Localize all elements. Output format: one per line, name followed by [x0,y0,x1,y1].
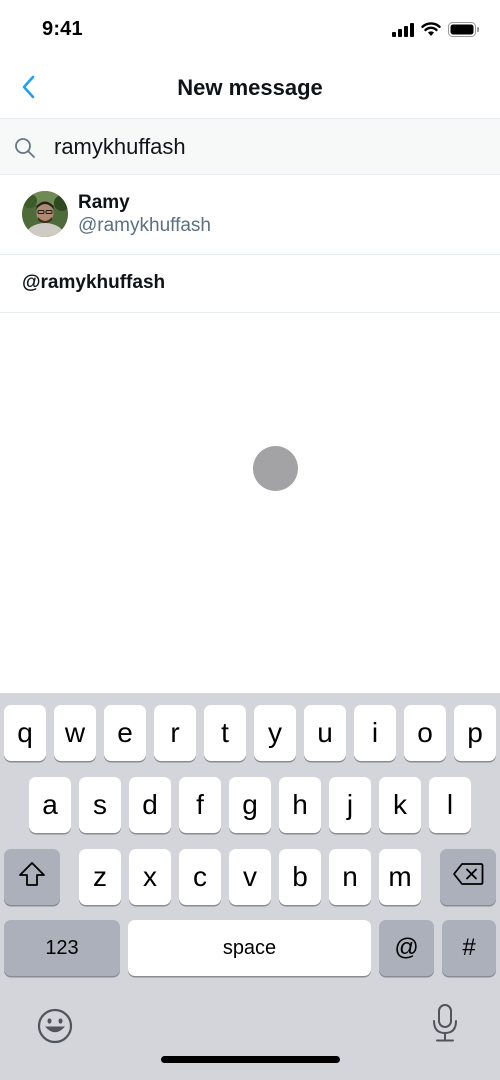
search-icon [14,137,36,164]
home-indicator[interactable] [161,1056,340,1063]
keyboard: q w e r t y u i o p a s d f g h j k l z … [0,693,500,1080]
emoji-icon [37,1008,73,1048]
shift-icon [18,861,46,894]
key-o[interactable]: o [404,705,446,761]
space-key[interactable]: space [128,920,371,976]
key-y[interactable]: y [254,705,296,761]
search-result-handle[interactable]: @ramykhuffash [0,255,500,313]
hash-key[interactable]: # [442,920,496,976]
key-k[interactable]: k [379,777,421,833]
search-bar [0,118,500,175]
key-e[interactable]: e [104,705,146,761]
key-w[interactable]: w [54,705,96,761]
shift-key[interactable] [4,849,60,905]
search-result-user[interactable]: Ramy @ramykhuffash [0,175,500,255]
status-icons [392,22,480,42]
microphone-icon [430,1004,460,1047]
key-m[interactable]: m [379,849,421,905]
page-title: New message [177,75,323,100]
key-l[interactable]: l [429,777,471,833]
handle-suggestion: @ramykhuffash [22,272,166,293]
backspace-icon [452,861,484,893]
battery-icon [448,22,480,42]
key-p[interactable]: p [454,705,496,761]
key-t[interactable]: t [204,705,246,761]
user-handle: @ramykhuffash [78,215,211,236]
key-a[interactable]: a [29,777,71,833]
key-q[interactable]: q [4,705,46,761]
wifi-icon [421,22,441,42]
cellular-signal-icon [392,22,414,42]
status-time: 9:41 [42,18,83,40]
numbers-key[interactable]: 123 [4,920,120,976]
key-d[interactable]: d [129,777,171,833]
key-g[interactable]: g [229,777,271,833]
user-name: Ramy [78,192,130,213]
key-f[interactable]: f [179,777,221,833]
key-h[interactable]: h [279,777,321,833]
key-n[interactable]: n [329,849,371,905]
status-bar: 9:41 [0,0,500,60]
at-key[interactable]: @ [379,920,434,976]
key-c[interactable]: c [179,849,221,905]
key-r[interactable]: r [154,705,196,761]
touch-indicator [253,446,298,491]
key-v[interactable]: v [229,849,271,905]
key-x[interactable]: x [129,849,171,905]
emoji-button[interactable] [37,1008,73,1049]
key-j[interactable]: j [329,777,371,833]
dictation-button[interactable] [430,1003,460,1048]
search-input[interactable] [54,129,484,165]
nav-bar: New message [0,60,500,118]
key-i[interactable]: i [354,705,396,761]
delete-key[interactable] [440,849,496,905]
avatar [22,191,68,237]
key-b[interactable]: b [279,849,321,905]
key-s[interactable]: s [79,777,121,833]
key-u[interactable]: u [304,705,346,761]
key-z[interactable]: z [79,849,121,905]
